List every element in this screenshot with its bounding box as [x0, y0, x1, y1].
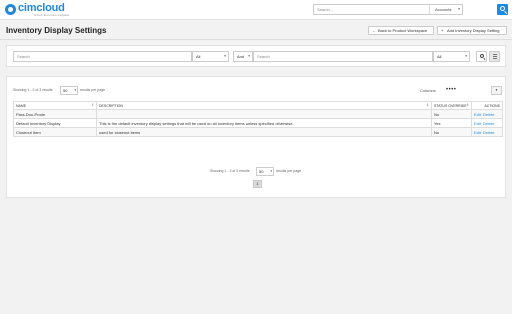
- edit-link[interactable]: Edit: [474, 130, 481, 135]
- cell-actions: Edit Delete: [471, 109, 503, 119]
- filter-select-1[interactable]: All ▾: [192, 51, 229, 62]
- list-icon: [493, 54, 497, 59]
- chevron-down-icon: ▾: [248, 54, 250, 58]
- back-to-product-workspace-button[interactable]: ← Back to Product Workspace: [368, 26, 434, 35]
- delete-link[interactable]: Delete: [483, 112, 495, 117]
- columns-label: Columns: [420, 88, 436, 93]
- filter-list-button[interactable]: [489, 51, 500, 62]
- top-bar: cimcloud formerly Ecommerce Integrated A…: [0, 0, 512, 20]
- filter-search-input-2[interactable]: [253, 51, 433, 62]
- edit-link[interactable]: Edit: [474, 112, 481, 117]
- divider: [0, 39, 512, 40]
- chevron-down-icon: ▾: [74, 88, 76, 92]
- table-header-row: Name ⇕ Description ⇕ Status Override ⇕ Acti…: [13, 101, 503, 110]
- filter-search-button[interactable]: [476, 51, 487, 62]
- search-icon: [480, 54, 484, 58]
- chevron-down-icon: ▾: [224, 54, 226, 58]
- table-row: Para-Doo-Prode No Edit Delete: [13, 109, 503, 119]
- search-scope-value: Accounts: [435, 7, 452, 12]
- search-icon: [500, 6, 505, 11]
- cloud-logo-icon: [5, 4, 16, 15]
- per-page-select-top[interactable]: 50 ▾: [60, 86, 78, 95]
- chevron-down-icon: ▾: [458, 7, 460, 11]
- sort-icon: ⇕: [466, 103, 469, 107]
- cell-name: Closeout Item: [13, 127, 97, 137]
- sort-icon: ⇕: [91, 103, 94, 107]
- cell-name: Default Inventory Display: [13, 118, 97, 128]
- cell-actions: Edit Delete: [471, 127, 503, 137]
- cell-name: Para-Doo-Prode: [13, 109, 97, 119]
- arrow-left-icon: ←: [372, 28, 376, 33]
- cell-status-override: Yes: [431, 118, 472, 128]
- add-inventory-display-setting-button[interactable]: + Add Inventory Display Setting: [437, 26, 507, 35]
- filter-panel: All ▾ And ▾ All ▾: [6, 45, 506, 67]
- filter-search-input-1[interactable]: [13, 51, 192, 62]
- results-count-bottom: Showing 1 - 3 of 3 results: [210, 169, 250, 173]
- cell-description: [96, 109, 432, 119]
- filter-logic-select[interactable]: And ▾: [233, 51, 253, 62]
- chevron-down-icon: ▾: [495, 88, 498, 92]
- filter-logic-value: And: [237, 54, 245, 59]
- results-panel: Showing 1 - 3 of 3 results 50 ▾ results …: [6, 76, 506, 198]
- global-search: Accounts ▾: [313, 4, 463, 15]
- brand-tagline: formerly Ecommerce Integrated: [34, 14, 70, 17]
- per-page-select-bottom[interactable]: 50 ▾: [256, 167, 274, 176]
- results-count-top: Showing 1 - 3 of 3 results: [13, 88, 53, 92]
- table-row: Closeout Item used for closeout items No…: [13, 127, 503, 137]
- inventory-display-table: Name ⇕ Description ⇕ Status Override ⇕ Acti…: [13, 101, 503, 137]
- column-header-description[interactable]: Description ⇕: [96, 101, 432, 110]
- filter-select-2[interactable]: All ▾: [433, 51, 470, 62]
- search-scope-select[interactable]: Accounts ▾: [431, 5, 463, 14]
- filter-select-1-value: All: [196, 54, 201, 59]
- plus-icon: +: [441, 28, 444, 33]
- delete-link[interactable]: Delete: [483, 130, 495, 135]
- cell-description: This is the default inventory display se…: [96, 118, 432, 128]
- column-header-status-override[interactable]: Status Override ⇕: [431, 101, 472, 110]
- per-page-value: 50: [63, 88, 68, 93]
- sort-icon: ⇕: [426, 103, 429, 107]
- column-header-name[interactable]: Name ⇕: [13, 101, 97, 110]
- table-row: Default Inventory Display This is the de…: [13, 118, 503, 128]
- cell-status-override: No: [431, 127, 472, 137]
- cell-actions: Edit Delete: [471, 118, 503, 128]
- columns-toggle-button[interactable]: ▾: [491, 86, 502, 95]
- delete-link[interactable]: Delete: [483, 121, 495, 126]
- pagination-page-1[interactable]: 1: [253, 180, 262, 188]
- global-search-button[interactable]: [497, 4, 508, 15]
- cell-description: used for closeout items: [96, 127, 432, 137]
- page-title: Inventory Display Settings: [6, 26, 107, 35]
- per-page-suffix-bottom: results per page: [276, 169, 302, 173]
- add-button-label: Add Inventory Display Setting: [447, 28, 500, 33]
- back-button-label: Back to Product Workspace: [378, 28, 428, 33]
- chevron-down-icon: ▾: [465, 54, 467, 58]
- global-search-input[interactable]: [314, 5, 430, 14]
- chevron-down-icon: ▾: [270, 169, 272, 173]
- cell-status-override: No: [431, 109, 472, 119]
- per-page-suffix-top: results per page: [80, 88, 106, 92]
- column-header-actions: Actions: [471, 101, 503, 110]
- edit-link[interactable]: Edit: [474, 121, 481, 126]
- per-page-value: 50: [259, 169, 264, 174]
- columns-menu-icon[interactable]: ••••: [446, 87, 456, 93]
- filter-select-2-value: All: [437, 54, 442, 59]
- cimcloud-logo[interactable]: cimcloud formerly Ecommerce Integrated: [5, 2, 69, 18]
